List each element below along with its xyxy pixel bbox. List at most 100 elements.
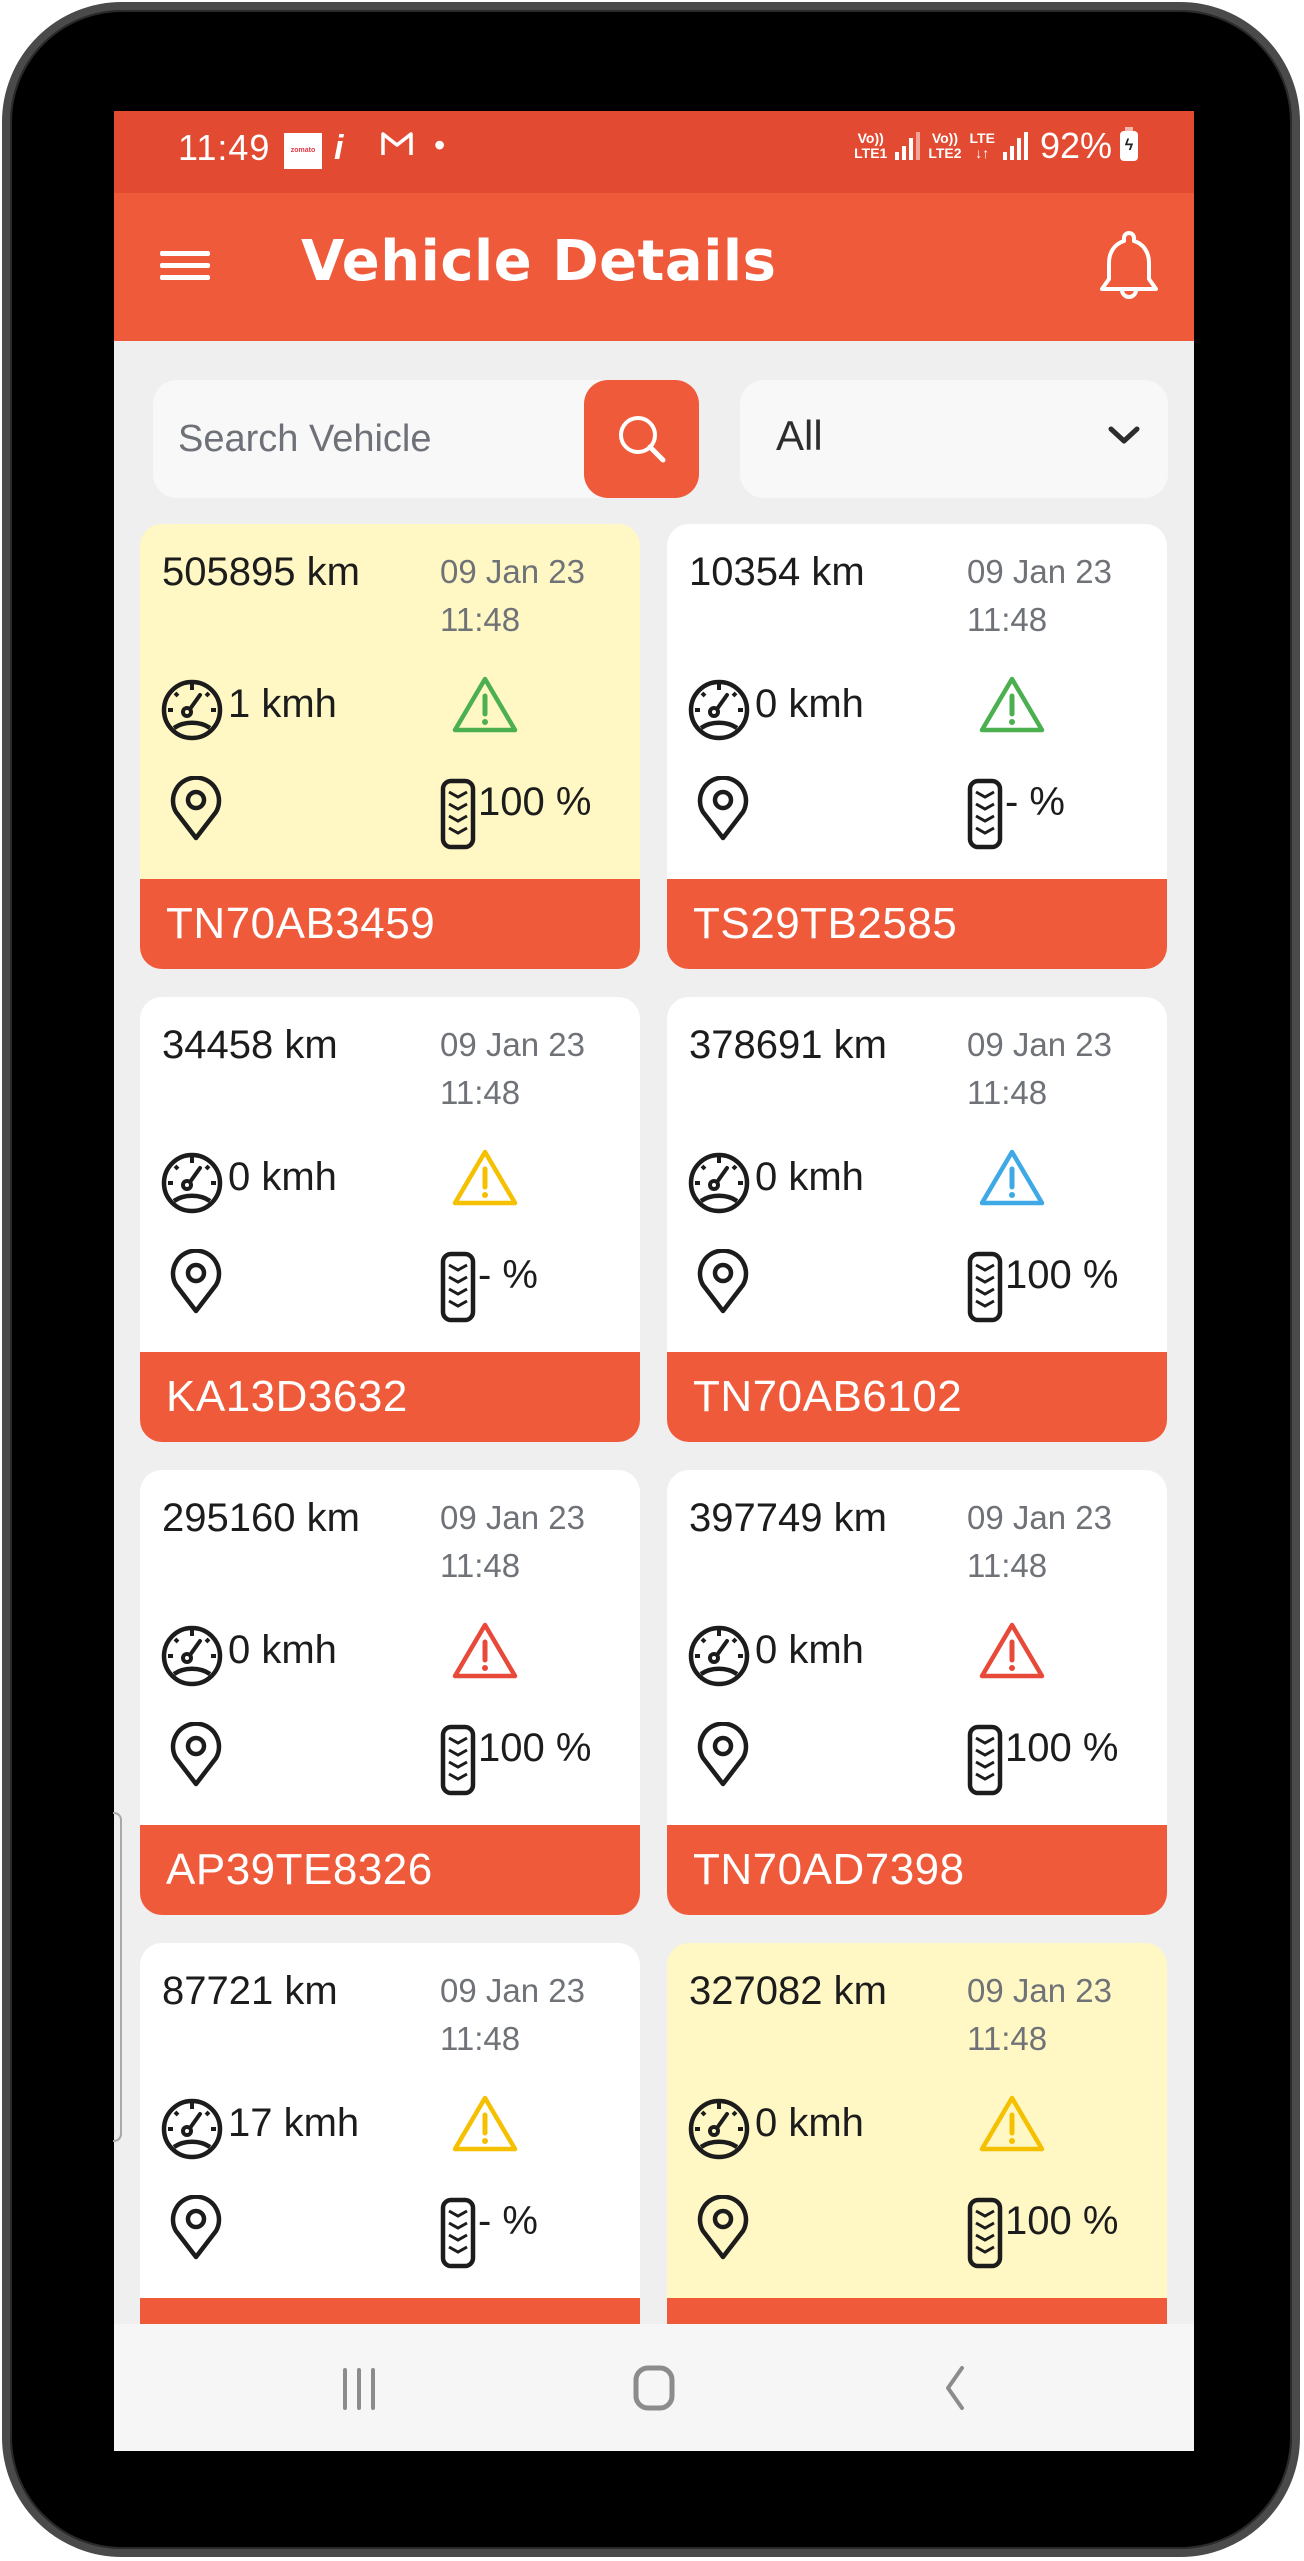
speed-value: 0 kmh <box>755 1628 864 1672</box>
last-updated-date: 09 Jan 23 <box>967 1499 1112 1536</box>
recent-apps-button[interactable] <box>329 2362 389 2414</box>
speed-value: 17 kmh <box>228 2101 360 2145</box>
vehicle-card[interactable]: 295160 km 09 Jan 23 11:48 0 kmh 100 % AP… <box>140 1470 640 1915</box>
back-button[interactable] <box>924 2362 984 2414</box>
last-updated-time: 11:48 <box>440 2020 521 2057</box>
vehicle-filter-dropdown[interactable]: All <box>740 380 1168 498</box>
last-updated: 09 Jan 23 11:48 <box>440 1494 585 1590</box>
edge-panel-handle[interactable] <box>113 1812 122 2142</box>
tyre-icon <box>967 1251 1003 1323</box>
last-updated-date: 09 Jan 23 <box>967 553 1112 590</box>
location-pin-icon[interactable] <box>170 1722 222 1788</box>
warning-triangle-icon[interactable] <box>450 674 520 736</box>
vehicle-card[interactable]: 378691 km 09 Jan 23 11:48 0 kmh 100 % TN… <box>667 997 1167 1442</box>
odometer-reading: 378691 km <box>689 1023 887 1067</box>
last-updated-time: 11:48 <box>967 1547 1048 1584</box>
tyre-health: 100 % <box>1005 1726 1119 1770</box>
vehicle-card[interactable]: 87721 km 09 Jan 23 11:48 17 kmh - % <box>140 1943 640 2388</box>
odometer-reading: 397749 km <box>689 1496 887 1540</box>
status-bar: 11:49 zomato i • Vo)) LTE1 Vo)) LTE2 LTE… <box>114 111 1194 193</box>
sim2-label-top: Vo)) <box>931 130 959 146</box>
location-pin-icon[interactable] <box>697 2195 749 2261</box>
location-pin-icon[interactable] <box>170 2195 222 2261</box>
status-time: 11:49 <box>178 127 271 168</box>
last-updated: 09 Jan 23 11:48 <box>440 1967 585 2063</box>
tyre-health: 100 % <box>1005 2199 1119 2243</box>
location-pin-icon[interactable] <box>170 1249 222 1315</box>
vehicle-card[interactable]: 327082 km 09 Jan 23 11:48 0 kmh 100 % <box>667 1943 1167 2388</box>
speedometer-icon <box>161 1625 223 1687</box>
tyre-icon <box>440 778 476 850</box>
tyre-icon <box>967 2197 1003 2269</box>
sim2-label-bottom: LTE2 <box>928 145 962 161</box>
warning-triangle-icon[interactable] <box>977 674 1047 736</box>
location-pin-icon[interactable] <box>697 1249 749 1315</box>
recent-apps-icon <box>343 2368 375 2410</box>
warning-triangle-icon[interactable] <box>977 1620 1047 1682</box>
warning-triangle-icon[interactable] <box>977 2093 1047 2155</box>
vehicle-plate-number: TN70AD7398 <box>667 1825 1167 1915</box>
vehicle-card[interactable]: 34458 km 09 Jan 23 11:48 0 kmh - % KA13D… <box>140 997 640 1442</box>
search-button[interactable] <box>584 380 699 498</box>
data-arrows: ↓↑ <box>975 145 990 161</box>
search-icon <box>618 416 665 463</box>
last-updated-date: 09 Jan 23 <box>440 1026 585 1063</box>
battery-charging-icon: ϟ <box>1120 127 1138 161</box>
icici-icon: i <box>334 129 344 167</box>
odometer-reading: 505895 km <box>162 550 360 594</box>
bell-icon[interactable] <box>1094 227 1164 309</box>
search-input[interactable] <box>153 380 583 498</box>
location-pin-icon[interactable] <box>697 1722 749 1788</box>
last-updated-time: 11:48 <box>440 1547 521 1584</box>
last-updated: 09 Jan 23 11:48 <box>440 1021 585 1117</box>
signal-sim2-icon <box>1002 132 1028 160</box>
last-updated-time: 11:48 <box>440 601 521 638</box>
home-button[interactable] <box>624 2362 684 2414</box>
odometer-reading: 327082 km <box>689 1969 887 2013</box>
last-updated-date: 09 Jan 23 <box>440 1499 585 1536</box>
tyre-health: 100 % <box>478 780 592 824</box>
app-screen: 11:49 zomato i • Vo)) LTE1 Vo)) LTE2 LTE… <box>114 111 1194 2451</box>
status-indicators: Vo)) LTE1 Vo)) LTE2 LTE ↓↑ 92% ϟ <box>854 125 1138 167</box>
warning-triangle-icon[interactable] <box>450 1620 520 1682</box>
location-pin-icon[interactable] <box>170 776 222 842</box>
vehicle-card[interactable]: 10354 km 09 Jan 23 11:48 0 kmh - % TS29T… <box>667 524 1167 969</box>
speed-value: 0 kmh <box>755 1155 864 1199</box>
vehicle-card[interactable]: 505895 km 09 Jan 23 11:48 1 kmh 100 % TN… <box>140 524 640 969</box>
app-bar: Vehicle Details <box>114 193 1194 341</box>
vehicle-plate-number: TN70AB3459 <box>140 879 640 969</box>
tyre-icon <box>440 1251 476 1323</box>
speedometer-icon <box>161 1152 223 1214</box>
battery-percent: 92% <box>1039 125 1112 166</box>
warning-triangle-icon[interactable] <box>450 1147 520 1209</box>
volte-sim1-icon: Vo)) LTE1 <box>854 131 887 161</box>
tyre-health: - % <box>478 2199 538 2243</box>
vehicle-card[interactable]: 397749 km 09 Jan 23 11:48 0 kmh 100 % TN… <box>667 1470 1167 1915</box>
last-updated: 09 Jan 23 11:48 <box>967 1967 1112 2063</box>
tyre-health: 100 % <box>478 1726 592 1770</box>
last-updated-date: 09 Jan 23 <box>967 1026 1112 1063</box>
speedometer-icon <box>688 679 750 741</box>
page-title: Vehicle Details <box>301 229 777 294</box>
last-updated: 09 Jan 23 11:48 <box>440 548 585 644</box>
hamburger-menu-icon[interactable] <box>160 245 212 285</box>
speedometer-icon <box>161 679 223 741</box>
last-updated: 09 Jan 23 11:48 <box>967 548 1112 644</box>
warning-triangle-icon[interactable] <box>450 2093 520 2155</box>
sim1-label-top: Vo)) <box>857 130 884 146</box>
tyre-health: - % <box>1005 780 1065 824</box>
speedometer-icon <box>688 1152 750 1214</box>
tyre-health: - % <box>478 1253 538 1297</box>
last-updated-time: 11:48 <box>967 601 1048 638</box>
lte-data-icon: LTE ↓↑ <box>970 131 995 161</box>
tyre-health: 100 % <box>1005 1253 1119 1297</box>
location-pin-icon[interactable] <box>697 776 749 842</box>
lte-label: LTE <box>969 130 995 146</box>
zomato-icon: zomato <box>284 133 322 169</box>
speed-value: 0 kmh <box>228 1628 337 1672</box>
back-icon <box>946 2366 964 2410</box>
last-updated-date: 09 Jan 23 <box>440 1972 585 2009</box>
chevron-down-icon <box>1108 426 1140 444</box>
warning-triangle-icon[interactable] <box>977 1147 1047 1209</box>
vehicle-plate-number: KA13D3632 <box>140 1352 640 1442</box>
